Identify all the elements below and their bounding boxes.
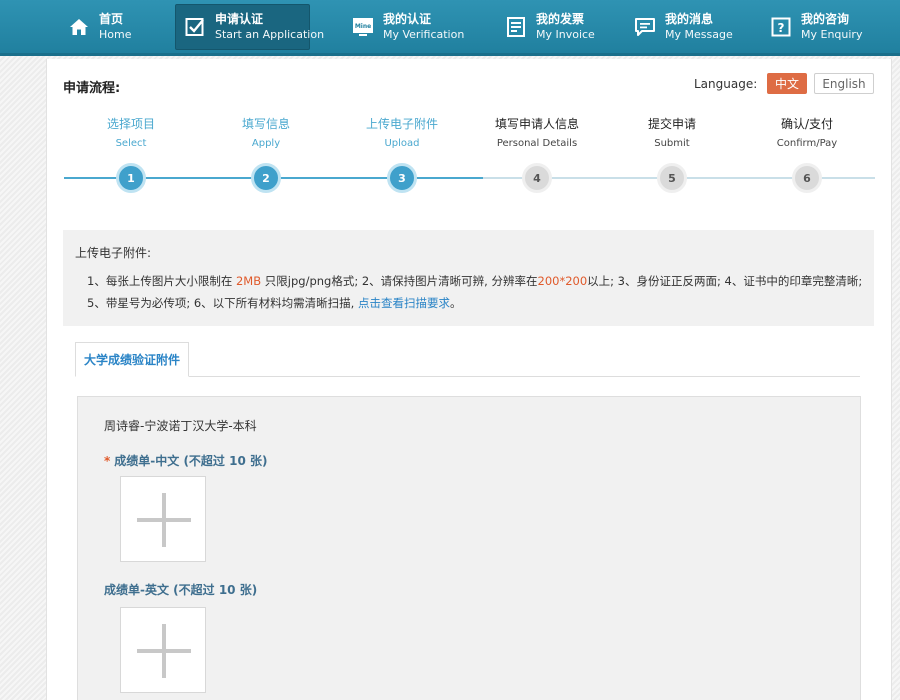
step-3-circle: 3 xyxy=(387,163,417,193)
step-3-en: Upload xyxy=(384,138,420,149)
plus-icon-vertical xyxy=(162,624,166,678)
step-2-circle: 2 xyxy=(251,163,281,193)
nav-home-cn: 首页 xyxy=(99,12,124,26)
verification-icon-text: Mine xyxy=(355,23,371,30)
step-1-en: Select xyxy=(115,138,147,149)
step-2-cn: 填写信息 xyxy=(241,117,290,131)
transcript-english-label: 成绩单-英文 (不超过 10 张) xyxy=(104,583,258,597)
nav-my-enquiry-en: My Enquiry xyxy=(801,28,863,41)
nav-my-verification-en: My Verification xyxy=(383,28,465,41)
step-6-cn: 确认/支付 xyxy=(780,117,834,131)
nav-my-message-en: My Message xyxy=(665,28,733,41)
step-5-cn: 提交申请 xyxy=(647,117,696,131)
step-4-en: Personal Details xyxy=(496,138,578,149)
step-6-en: Confirm/Pay xyxy=(776,138,838,149)
nav-start-application-cn: 申请认证 xyxy=(215,12,264,26)
enquiry-icon-text: ? xyxy=(778,21,785,35)
transcript-chinese-label: * 成绩单-中文 (不超过 10 张) xyxy=(104,452,267,469)
nav-my-message-cn: 我的消息 xyxy=(665,12,714,26)
step-4-circle: 4 xyxy=(522,163,552,193)
notice-text-1: 1、每张上传图片大小限制在 xyxy=(87,274,236,288)
step-2-en: Apply xyxy=(251,138,281,149)
tab-divider xyxy=(75,376,860,377)
nav-my-invoice[interactable]: 我的发票 My Invoice xyxy=(505,4,595,50)
notice-text-4: 。 xyxy=(449,296,462,310)
language-chinese-button[interactable]: 中文 xyxy=(767,73,807,94)
step-4-label: 填写申请人信息 Personal Details xyxy=(477,116,597,151)
verification-icon: Mine xyxy=(352,17,374,37)
process-title: 申请流程: xyxy=(63,81,121,96)
message-icon xyxy=(634,17,656,37)
applicant-info: 周诗睿-宁波诺丁汉大学-本科 xyxy=(104,419,257,433)
checkbox-icon xyxy=(184,17,206,37)
step-6-label: 确认/支付 Confirm/Pay xyxy=(747,116,867,151)
nav-start-application[interactable]: 申请认证 Start an Application xyxy=(175,4,324,50)
transcript-chinese-label-text: 成绩单-中文 (不超过 10 张) xyxy=(114,454,268,468)
step-2-label: 填写信息 Apply xyxy=(206,116,326,151)
invoice-icon xyxy=(505,17,527,37)
step-5-en: Submit xyxy=(654,138,690,149)
home-icon xyxy=(68,17,90,37)
notice-body: 1、每张上传图片大小限制在 2MB 只限jpg/png格式; 2、请保持图片清晰… xyxy=(87,270,867,314)
nav-my-verification[interactable]: Mine 我的认证 My Verification xyxy=(352,4,464,50)
nav-my-enquiry[interactable]: ? 我的咨询 My Enquiry xyxy=(770,4,862,50)
step-5-circle: 5 xyxy=(657,163,687,193)
step-3-cn: 上传电子附件 xyxy=(365,117,438,131)
language-label: Language: xyxy=(694,77,758,91)
notice-text-2: 只限jpg/png格式; 2、请保持图片清晰可辨, 分辨率在 xyxy=(261,274,538,288)
step-5-label: 提交申请 Submit xyxy=(612,116,732,151)
nav-home[interactable]: 首页 Home xyxy=(68,4,131,50)
nav-start-application-en: Start an Application xyxy=(215,28,325,41)
step-4-cn: 填写申请人信息 xyxy=(494,117,579,131)
language-english-button[interactable]: English xyxy=(814,73,874,94)
upload-transcript-english-button[interactable] xyxy=(120,607,206,693)
nav-my-enquiry-cn: 我的咨询 xyxy=(801,12,850,26)
scan-requirements-link[interactable]: 点击查看扫描要求 xyxy=(358,296,450,310)
upload-transcript-chinese-button[interactable] xyxy=(120,476,206,562)
notice-size-limit: 2MB xyxy=(235,274,262,288)
step-6-circle: 6 xyxy=(792,163,822,193)
upload-notice: 上传电子附件: 1、每张上传图片大小限制在 2MB 只限jpg/png格式; 2… xyxy=(63,230,874,326)
nav-my-invoice-cn: 我的发票 xyxy=(536,12,585,26)
nav-home-en: Home xyxy=(99,28,132,41)
step-1-label: 选择项目 Select xyxy=(71,116,191,151)
step-1-circle: 1 xyxy=(116,163,146,193)
main-panel: 申请流程: Language: 中文 English 选择项目 Select 填… xyxy=(46,59,892,700)
upload-area: 周诗睿-宁波诺丁汉大学-本科 * 成绩单-中文 (不超过 10 张) 成绩单-英文… xyxy=(77,396,861,700)
step-1-cn: 选择项目 xyxy=(106,117,155,131)
required-mark: * xyxy=(104,454,111,468)
plus-icon-vertical xyxy=(162,493,166,547)
nav-my-verification-cn: 我的认证 xyxy=(383,12,432,26)
notice-title: 上传电子附件: xyxy=(75,246,152,260)
enquiry-icon: ? xyxy=(770,17,792,37)
top-nav: 首页 Home 申请认证 Start an Application Mine 我… xyxy=(0,0,900,56)
tab-university-transcript[interactable]: 大学成绩验证附件 xyxy=(75,342,189,377)
nav-my-message[interactable]: 我的消息 My Message xyxy=(634,4,733,50)
notice-resolution: 200*200 xyxy=(537,274,588,288)
nav-my-invoice-en: My Invoice xyxy=(536,28,595,41)
step-3-label: 上传电子附件 Upload xyxy=(342,116,462,151)
